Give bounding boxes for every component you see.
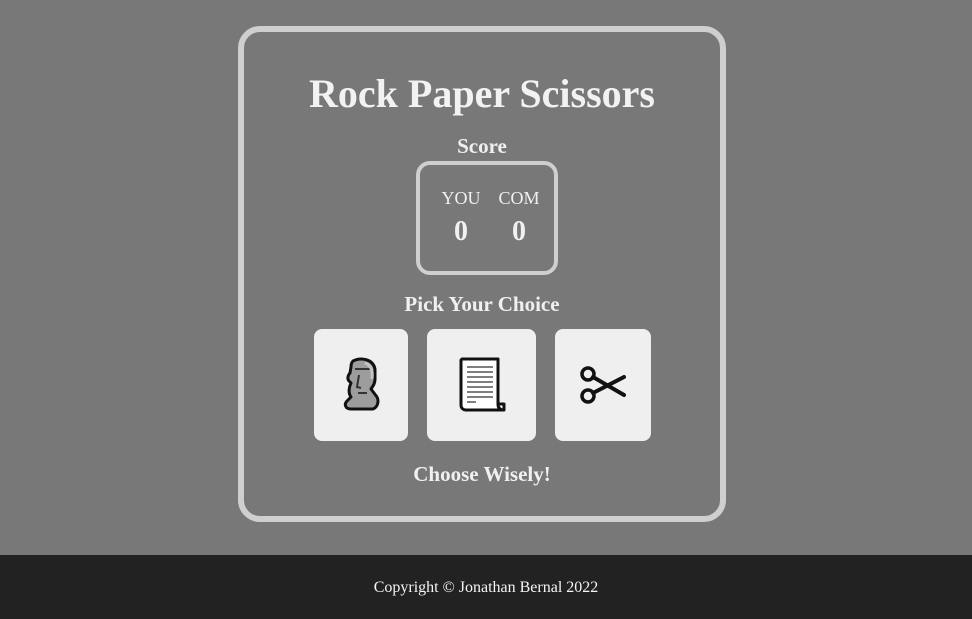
computer-label: COM xyxy=(498,188,540,208)
player-label: YOU xyxy=(441,188,481,208)
game-title: Rock Paper Scissors xyxy=(309,71,655,116)
score-label: Score xyxy=(457,134,507,158)
computer-score: 0 xyxy=(512,216,526,247)
paper-button[interactable] xyxy=(427,329,536,441)
result-message: Choose Wisely! xyxy=(413,462,551,486)
scissors-button[interactable] xyxy=(555,329,651,441)
pick-label: Pick Your Choice xyxy=(404,292,560,316)
moai-icon xyxy=(341,357,381,413)
scissors-icon xyxy=(580,365,626,405)
player-score: 0 xyxy=(454,216,468,247)
game-card: Rock Paper Scissors Score YOU 0 COM 0 Pi… xyxy=(238,26,726,522)
game-area: Rock Paper Scissors Score YOU 0 COM 0 Pi… xyxy=(0,0,972,555)
player-score-column: YOU 0 xyxy=(436,187,486,247)
computer-score-column: COM 0 xyxy=(494,187,544,247)
page-icon xyxy=(456,356,508,414)
copyright-text: Copyright © Jonathan Bernal 2022 xyxy=(373,579,599,596)
rock-button[interactable] xyxy=(314,329,408,441)
footer: Copyright © Jonathan Bernal 2022 xyxy=(0,555,972,619)
scoreboard: YOU 0 COM 0 xyxy=(416,161,558,275)
